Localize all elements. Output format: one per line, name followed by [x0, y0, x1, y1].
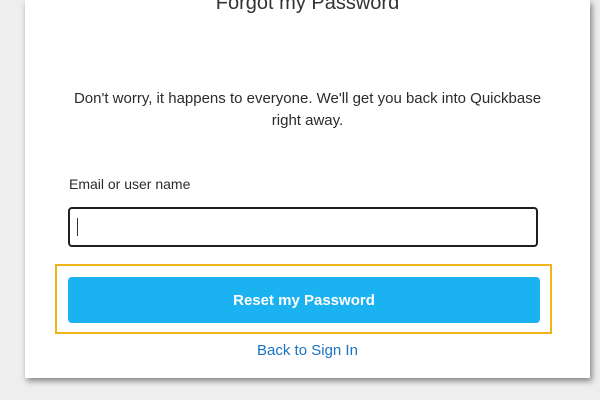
reset-password-button[interactable]: Reset my Password [68, 277, 540, 323]
forgot-password-card: Forgot my Password Don't worry, it happe… [25, 0, 590, 378]
email-input[interactable] [68, 207, 538, 247]
instructions-text: Don't worry, it happens to everyone. We'… [73, 90, 542, 129]
text-caret [77, 218, 78, 236]
back-to-sign-in-link[interactable]: Back to Sign In [25, 342, 590, 359]
page-title: Forgot my Password [215, 0, 400, 14]
page: Forgot my Password Don't worry, it happe… [0, 0, 600, 400]
email-label: Email or user name [69, 176, 191, 192]
